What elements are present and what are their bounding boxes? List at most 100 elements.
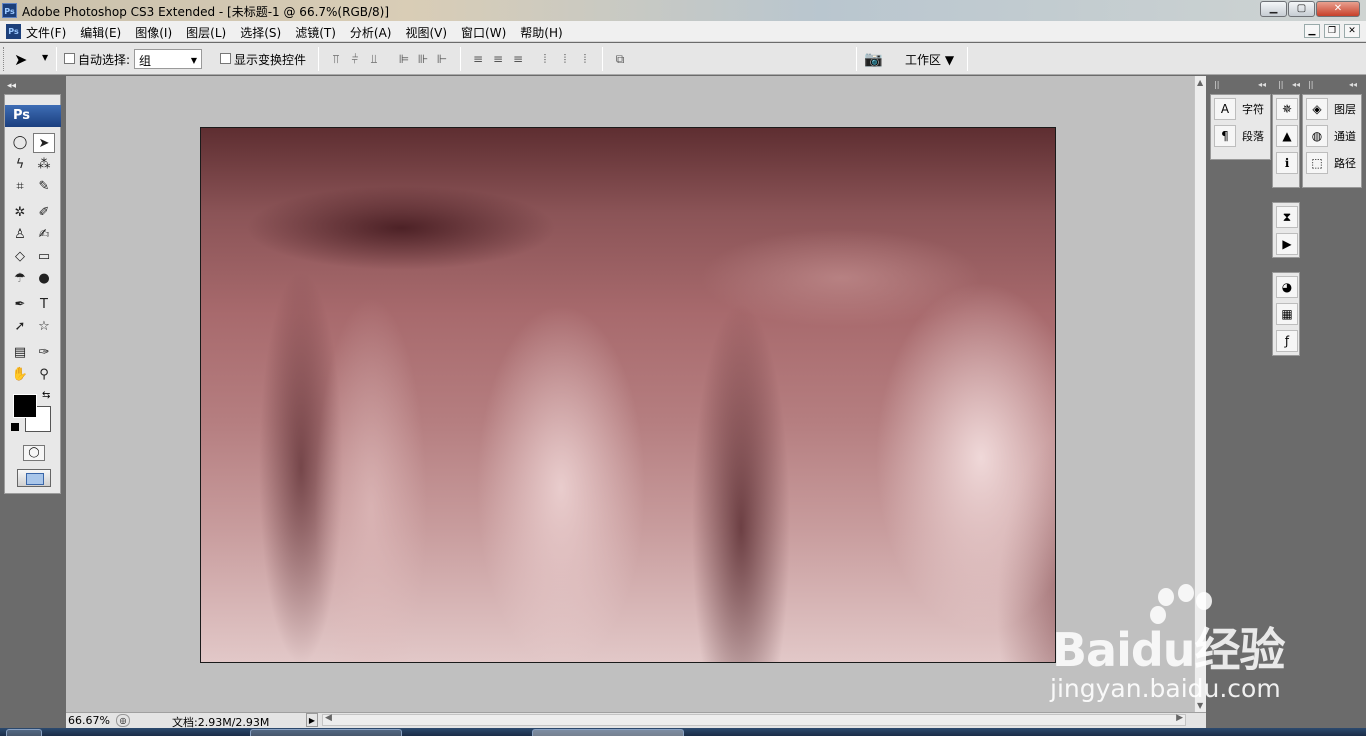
panel-item-color[interactable]: ◕ xyxy=(1273,273,1299,300)
auto-select-checkbox[interactable] xyxy=(64,53,75,64)
align-left-icon[interactable]: ⊫ xyxy=(396,51,412,67)
align-horizontal-center-icon[interactable]: ⊪ xyxy=(415,51,431,67)
scroll-up-icon[interactable]: ▲ xyxy=(1197,78,1203,87)
taskbar-button[interactable] xyxy=(250,729,402,736)
brush-tool-icon[interactable]: ✐ xyxy=(33,203,55,223)
collapse-icon[interactable]: ◂◂ xyxy=(7,81,16,91)
horizontal-scrollbar[interactable]: ◀ ▶ xyxy=(322,713,1186,726)
zoom-level[interactable]: 66.67% xyxy=(68,714,110,727)
menu-window[interactable]: 窗口(W) xyxy=(461,24,506,41)
menu-help[interactable]: 帮助(H) xyxy=(520,24,562,41)
gradient-tool-icon[interactable]: ▭ xyxy=(33,247,55,267)
scroll-left-icon[interactable]: ◀ xyxy=(325,713,332,723)
dock-grip[interactable]: || xyxy=(1278,80,1283,92)
type-tool-icon[interactable]: T xyxy=(33,295,55,315)
panel-item-swatches[interactable]: ▦ xyxy=(1273,300,1299,327)
doc-close-button[interactable]: ✕ xyxy=(1344,24,1360,38)
align-vertical-center-icon[interactable]: ⫩ xyxy=(347,51,363,67)
lasso-tool-icon[interactable]: ϟ xyxy=(9,155,31,175)
start-button[interactable] xyxy=(6,729,42,736)
blur-tool-icon[interactable]: ☂ xyxy=(9,269,31,289)
menu-analysis[interactable]: 分析(A) xyxy=(350,24,392,41)
quick-mask-button[interactable]: ◯ xyxy=(23,445,45,461)
panel-item-actions[interactable]: ▶ xyxy=(1273,230,1299,257)
distribute-vcenter-icon[interactable]: ≡ xyxy=(490,51,506,67)
navigator-histogram-info-panel: ✵ ▲ ℹ xyxy=(1272,94,1300,188)
distribute-top-icon[interactable]: ≡ xyxy=(470,51,486,67)
move-tool-preset-icon[interactable]: ➤ xyxy=(14,50,27,69)
scroll-right-icon[interactable]: ▶ xyxy=(1176,713,1183,723)
distribute-hcenter-icon[interactable]: ⦙ xyxy=(557,51,573,67)
screen-mode-button[interactable] xyxy=(17,469,51,487)
eraser-tool-icon[interactable]: ◇ xyxy=(9,247,31,267)
shape-tool-icon[interactable]: ☆ xyxy=(33,317,55,337)
dock-grip[interactable]: || xyxy=(1308,80,1313,92)
dodge-tool-icon[interactable]: ● xyxy=(33,269,55,289)
auto-align-layers-icon[interactable]: ⧉ xyxy=(612,51,628,67)
doc-minimize-button[interactable]: ▁ xyxy=(1304,24,1320,38)
clone-stamp-tool-icon[interactable]: ♙ xyxy=(9,225,31,245)
align-top-icon[interactable]: ⫪ xyxy=(328,51,344,67)
panel-item-navigator[interactable]: ✵ xyxy=(1273,95,1299,122)
menu-file[interactable]: 文件(F) xyxy=(26,24,66,41)
align-right-icon[interactable]: ⊩ xyxy=(434,51,450,67)
image-canvas[interactable] xyxy=(200,127,1056,663)
menu-image[interactable]: 图像(I) xyxy=(135,24,172,41)
chevron-down-icon[interactable]: ▼ xyxy=(42,53,48,62)
distribute-bottom-icon[interactable]: ≡ xyxy=(510,51,526,67)
magic-wand-tool-icon[interactable]: ⁂ xyxy=(33,155,55,175)
path-selection-tool-icon[interactable]: ➚ xyxy=(9,317,31,337)
notes-tool-icon[interactable]: ▤ xyxy=(9,343,31,363)
distribute-left-icon[interactable]: ⦙ xyxy=(537,51,553,67)
minimize-button[interactable]: ▁ xyxy=(1260,1,1287,17)
status-menu-arrow-icon[interactable]: ▶ xyxy=(306,713,318,727)
zoom-options-icon[interactable]: ◎ xyxy=(116,714,130,727)
menu-filter[interactable]: 滤镜(T) xyxy=(295,24,336,41)
workspace-button[interactable]: 工作区 ▼ xyxy=(905,51,954,68)
panel-item-info[interactable]: ℹ xyxy=(1273,149,1299,176)
show-transform-checkbox[interactable] xyxy=(220,53,231,64)
history-brush-tool-icon[interactable]: ✍ xyxy=(33,225,55,245)
options-bar-grip[interactable] xyxy=(3,47,6,71)
menu-layer[interactable]: 图层(L) xyxy=(186,24,226,41)
panel-item-paths[interactable]: ⬚ 路径 xyxy=(1303,149,1361,176)
menu-view[interactable]: 视图(V) xyxy=(405,24,447,41)
move-tool-icon[interactable]: ➤ xyxy=(33,133,55,153)
collapse-icon[interactable]: ◂◂ xyxy=(1292,80,1300,92)
menu-edit[interactable]: 编辑(E) xyxy=(80,24,121,41)
panel-item-character[interactable]: A 字符 xyxy=(1211,95,1270,122)
close-button[interactable]: ✕ xyxy=(1316,1,1360,17)
maximize-button[interactable]: ▢ xyxy=(1288,1,1315,17)
swatches-styles-panel: ◕ ▦ ƒ xyxy=(1272,272,1300,356)
crop-tool-icon[interactable]: ⌗ xyxy=(9,177,31,197)
panel-item-histogram[interactable]: ▲ xyxy=(1273,122,1299,149)
baidu-watermark: Baidu经验 jingyan.baidu.com xyxy=(1048,584,1298,706)
panel-item-paragraph[interactable]: ¶ 段落 xyxy=(1211,122,1270,149)
taskbar-button-active[interactable] xyxy=(532,729,684,736)
collapse-icon[interactable]: ◂◂ xyxy=(1349,80,1357,92)
panel-item-layers[interactable]: ◈ 图层 xyxy=(1303,95,1361,122)
menu-select[interactable]: 选择(S) xyxy=(240,24,281,41)
pen-tool-icon[interactable]: ✒ xyxy=(9,295,31,315)
default-colors-icon[interactable] xyxy=(11,423,19,431)
panel-item-styles[interactable]: ƒ xyxy=(1273,327,1299,354)
panel-item-history[interactable]: ⧗ xyxy=(1273,203,1299,230)
distribute-right-icon[interactable]: ⦙ xyxy=(577,51,593,67)
window-controls: ▁ ▢ ✕ xyxy=(1259,1,1360,17)
marquee-tool-icon[interactable]: ◯ xyxy=(9,133,31,153)
collapse-icon[interactable]: ◂◂ xyxy=(1258,80,1266,92)
camera-icon[interactable]: 📷 xyxy=(864,50,883,68)
healing-brush-tool-icon[interactable]: ✲ xyxy=(9,203,31,223)
document-icon[interactable]: Ps xyxy=(6,24,21,39)
align-bottom-icon[interactable]: ⫫ xyxy=(366,51,382,67)
swap-colors-icon[interactable]: ⇆ xyxy=(42,390,50,401)
slice-tool-icon[interactable]: ✎ xyxy=(33,177,55,197)
hand-tool-icon[interactable]: ✋ xyxy=(9,365,31,385)
zoom-tool-icon[interactable]: ⚲ xyxy=(33,365,55,385)
auto-select-dropdown[interactable]: 组 ▼ xyxy=(134,49,202,69)
panel-item-channels[interactable]: ◍ 通道 xyxy=(1303,122,1361,149)
eyedropper-tool-icon[interactable]: ✑ xyxy=(33,343,55,363)
dock-grip[interactable]: || xyxy=(1214,80,1219,92)
foreground-color-swatch[interactable] xyxy=(13,394,37,418)
doc-restore-button[interactable]: ❐ xyxy=(1324,24,1340,38)
